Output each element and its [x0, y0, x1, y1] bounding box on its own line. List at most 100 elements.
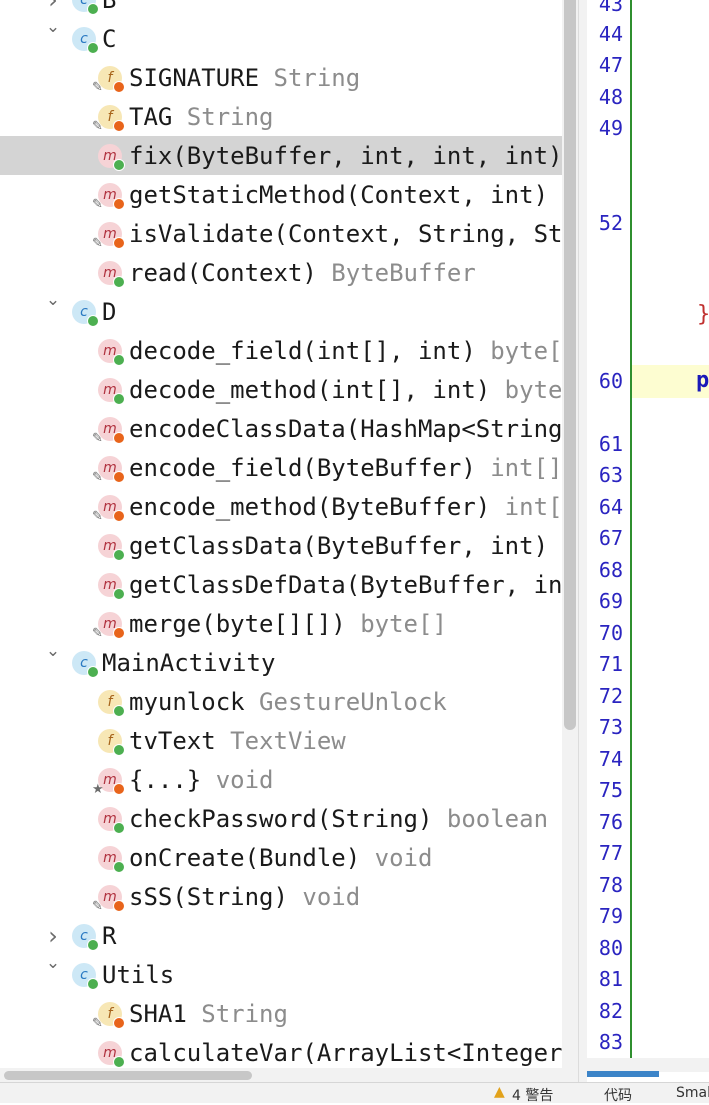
tree-node-label: myunlock	[129, 687, 245, 716]
field-f-icon: f ✎	[92, 1001, 125, 1030]
tree-class-node[interactable]: › c R	[0, 916, 562, 955]
tree-method-node[interactable]: m getClassDefData(ByteBuffer, int)	[0, 565, 562, 604]
method-m-icon: m ✎	[92, 221, 125, 250]
tree-method-node[interactable]: m ★ {...} void	[0, 760, 562, 799]
chevron-down-icon[interactable]: ⌄	[42, 955, 64, 973]
tree-node-label: B	[102, 0, 116, 14]
line-number: 67	[598, 526, 623, 550]
tree-node-label: encode_method(ByteBuffer)	[129, 492, 491, 521]
line-number: 47	[598, 53, 623, 77]
tree-node-label: {...}	[129, 765, 202, 794]
tab-code[interactable]: 代码	[604, 1085, 632, 1105]
tree-method-node[interactable]: m calculateVar(ArrayList<Integer>)	[0, 1033, 562, 1068]
tree-node-label: calculateVar(ArrayList<Integer>)	[129, 1038, 562, 1067]
line-number: 75	[598, 778, 623, 802]
tree-node-type: int[]	[504, 492, 562, 521]
field-f-icon: f	[98, 728, 125, 756]
class-c-icon: c	[72, 923, 99, 951]
chevron-down-icon[interactable]: ⌄	[42, 292, 64, 310]
class-c-icon: c	[72, 650, 99, 678]
class-c-icon: c	[72, 299, 99, 327]
tree-class-node[interactable]: ⌄ c C	[0, 19, 562, 58]
tree-class-node[interactable]: ⌄ c D	[0, 292, 562, 331]
code-editor[interactable]	[632, 0, 709, 1058]
structure-panel[interactable]: ›cB⌄cCf✎SIGNATURE Stringf✎TAG Stringmfix…	[0, 0, 562, 1068]
class-c-icon: c	[72, 26, 99, 54]
chevron-down-icon[interactable]: ⌄	[42, 19, 64, 37]
tree-node-type: GestureUnlock	[244, 687, 447, 716]
tree-node-label: isValidate(Context, String, String)	[129, 219, 562, 248]
editor-horizontal-scroll-thumb[interactable]	[587, 1071, 659, 1077]
tree-node-label: encodeClassData(HashMap<String, Integer>…	[129, 414, 562, 443]
tree-method-node[interactable]: m ✎ getStaticMethod(Context, int)	[0, 175, 562, 214]
line-number: 43	[598, 0, 623, 16]
warning-triangle-icon[interactable]: ▲	[494, 1084, 505, 1100]
warnings-count[interactable]: 4 警告	[512, 1085, 553, 1105]
tree-class-node[interactable]: ⌄ c MainActivity	[0, 643, 562, 682]
editor-horizontal-scrollbar[interactable]	[587, 1058, 709, 1072]
line-number: 73	[598, 715, 623, 739]
tree-field-node[interactable]: f tvText TextView	[0, 721, 562, 760]
line-number: 48	[598, 85, 623, 109]
panel-splitter[interactable]	[578, 0, 587, 1082]
tree-method-node[interactable]: m read(Context) ByteBuffer	[0, 253, 562, 292]
tree-node-type: TextView	[215, 726, 346, 755]
tree-method-node[interactable]: m✎isValidate(Context, String, String)	[0, 214, 562, 253]
tree-method-node[interactable]: m✎encode_method(ByteBuffer) int[]	[0, 487, 562, 526]
tree-node-label: read(Context)	[129, 258, 317, 287]
tree-node-type: void	[360, 843, 433, 872]
method-m-icon: m ✎	[92, 884, 125, 913]
tree-node-label: encode_field(ByteBuffer)	[129, 453, 476, 482]
method-m-icon: m	[98, 806, 125, 834]
line-number: 72	[598, 684, 623, 708]
tree-method-node[interactable]: m onCreate(Bundle) void	[0, 838, 562, 877]
tree-method-node[interactable]: m fix(ByteBuffer, int, int, int)	[0, 136, 562, 175]
tree-field-node[interactable]: f ✎ SIGNATURE String	[0, 58, 562, 97]
line-number: 49	[598, 116, 623, 140]
chevron-right-icon[interactable]: ›	[42, 0, 64, 14]
tree-method-node[interactable]: m getClassData(ByteBuffer, int)	[0, 526, 562, 565]
tree-method-node[interactable]: m checkPassword(String) boolean	[0, 799, 562, 838]
tree-node-label: merge(byte[][])	[129, 609, 346, 638]
tree-method-node[interactable]: m✎encodeClassData(HashMap<String, Intege…	[0, 409, 562, 448]
tree-node-type: String	[259, 63, 361, 92]
method-m-icon: m	[98, 845, 125, 873]
tree-node-label: fix(ByteBuffer, int, int, int)	[129, 141, 562, 170]
field-f-icon: f	[98, 689, 125, 717]
tree-method-node[interactable]: m ✎ merge(byte[][]) byte[]	[0, 604, 562, 643]
tree-node-type: int[]	[475, 453, 562, 482]
tree-class-node[interactable]: ⌄ c Utils	[0, 955, 562, 994]
tree-method-node[interactable]: mdecode_field(int[], int) byte[]	[0, 331, 562, 370]
line-number: 77	[598, 841, 623, 865]
code-closing-brace: }	[697, 302, 709, 327]
tree-method-node[interactable]: mdecode_method(int[], int) byte[]	[0, 370, 562, 409]
structure-horizontal-scroll-thumb[interactable]	[4, 1071, 252, 1080]
tree-field-node[interactable]: f ✎ TAG String	[0, 97, 562, 136]
tree-method-node[interactable]: m ✎ sSS(String) void	[0, 877, 562, 916]
structure-vertical-scroll-thumb[interactable]	[564, 0, 576, 730]
tree-method-node[interactable]: m ✎ encode_field(ByteBuffer) int[]	[0, 448, 562, 487]
tree-node-label: decode_field(int[], int)	[129, 336, 476, 365]
tree-field-node[interactable]: f myunlock GestureUnlock	[0, 682, 562, 721]
code-keyword-fragment: p	[696, 368, 709, 393]
method-m-icon: m	[98, 572, 125, 600]
tree-class-node[interactable]: › cB	[0, 0, 562, 19]
line-number: 60	[598, 369, 623, 393]
method-m-icon: m	[98, 377, 125, 405]
class-c-icon: c	[72, 962, 99, 990]
method-m-icon: m ✎	[92, 416, 125, 445]
method-m-icon: m	[98, 338, 125, 366]
chevron-down-icon[interactable]: ⌄	[42, 643, 64, 661]
tree-node-type: byte[]	[490, 336, 562, 365]
tree-node-type: byte[]	[345, 609, 447, 638]
tree-node-label: getClassDefData(ByteBuffer, int)	[129, 570, 562, 599]
method-m-icon: m	[98, 143, 125, 171]
tree-field-node[interactable]: f ✎ SHA1 String	[0, 994, 562, 1033]
line-number: 82	[598, 999, 623, 1023]
method-m-icon: m	[98, 260, 125, 288]
chevron-right-icon[interactable]: ›	[42, 922, 64, 950]
tab-smali[interactable]: Smali	[676, 1085, 709, 1101]
field-f-icon: f ✎	[92, 104, 125, 133]
tree-node-type: String	[186, 999, 288, 1028]
tree-node-label: SIGNATURE	[129, 63, 260, 92]
